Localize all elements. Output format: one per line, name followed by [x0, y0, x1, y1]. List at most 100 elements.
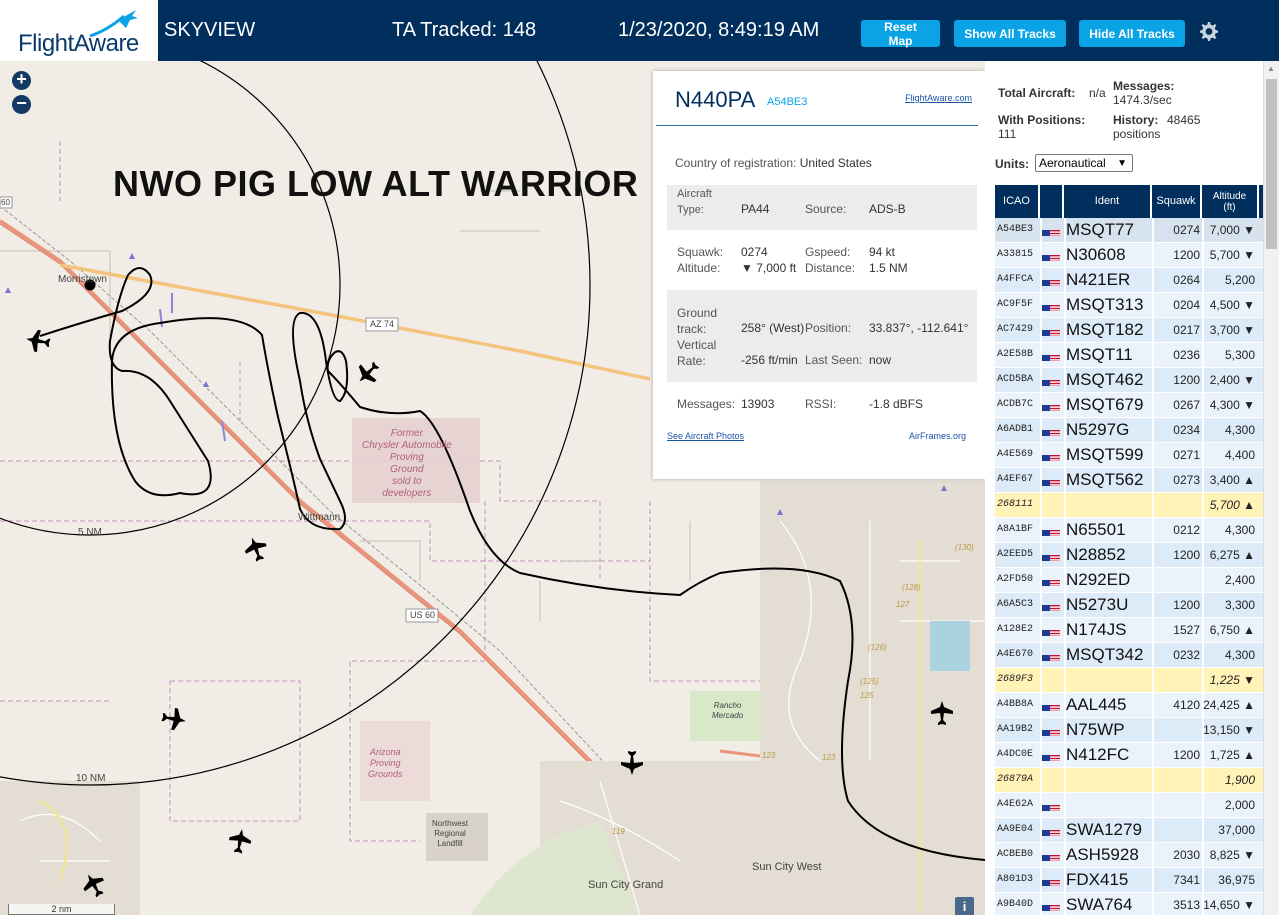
cell-squawk: 0274 [1173, 223, 1200, 237]
cell-squawk: 0204 [1173, 298, 1200, 312]
table-row[interactable]: A8A1BF N65501 0212 4,300 [995, 518, 1263, 543]
column-header-icao[interactable]: ICAO [995, 185, 1040, 218]
us-flag-icon [1042, 580, 1060, 586]
town-label-morristown: Morristown [58, 274, 107, 285]
cell-altitude: 3,300 [1224, 598, 1255, 612]
column-divider [1040, 268, 1042, 292]
cell-ident [1066, 493, 1152, 517]
us-flag-icon [1042, 705, 1060, 711]
cell-ident: N28852 [1066, 545, 1126, 564]
table-row[interactable]: AA9E04 SWA1279 37,000 [995, 818, 1263, 843]
cell-squawk [1152, 793, 1200, 817]
cell-squawk: 1200 [1173, 748, 1200, 762]
ring-label-5nm: 5 NM [78, 527, 102, 538]
aircraft-registration: N440PA [675, 87, 756, 112]
table-row[interactable]: ACBEB0 ASH5928 2030 8,825 ▼ [995, 843, 1263, 868]
column-divider [1040, 793, 1042, 817]
table-header: ICAO Ident Squawk Altitude (ft) [995, 185, 1263, 218]
sidebar-scrollbar[interactable]: ▲ [1263, 61, 1279, 915]
aircraft-type-label: Aircraft Type: [677, 188, 712, 216]
skyview-app: FlightAware SKYVIEW TA Tracked: 148 1/23… [0, 0, 1279, 915]
table-row[interactable]: A801D3 FDX415 7341 36,975 [995, 868, 1263, 893]
cell-altitude: 5,300 [1224, 348, 1255, 362]
table-row[interactable]: 268111 5,700 ▲ [995, 493, 1263, 518]
table-row[interactable]: ACD5BA MSQT462 1200 2,400 ▼ [995, 368, 1263, 393]
cell-altitude: 3,400 ▲ [1209, 473, 1255, 487]
rssi-label: RSSI: [805, 397, 837, 411]
table-row[interactable]: A6ADB1 N5297G 0234 4,300 [995, 418, 1263, 443]
table-row[interactable]: 2689F3 1,225 ▼ [995, 668, 1263, 693]
country-label: Country of registration: United States [675, 156, 872, 170]
flightaware-logo[interactable]: FlightAware [0, 0, 158, 61]
cell-squawk [1152, 668, 1200, 692]
cell-altitude: 5,700 ▲ [1209, 498, 1255, 512]
table-row[interactable]: A4E569 MSQT599 0271 4,400 [995, 443, 1263, 468]
table-row[interactable]: AC9F5F MSQT313 0204 4,500 ▼ [995, 293, 1263, 318]
table-row[interactable]: AA19B2 N75WP 13,150 ▼ [995, 718, 1263, 743]
table-row[interactable]: A4BB8A AAL445 4120 24,425 ▲ [995, 693, 1263, 718]
table-row[interactable]: A33815 N30608 1200 5,700 ▼ [995, 243, 1263, 268]
table-row[interactable]: 26879A 1,900 [995, 768, 1263, 793]
clock: 1/23/2020, 8:49:19 AM [618, 19, 820, 41]
table-row[interactable]: ACDB7C MSQT679 0267 4,300 ▼ [995, 393, 1263, 418]
cell-icao: A801D3 [997, 874, 1034, 885]
column-header-flag[interactable] [1040, 185, 1064, 218]
cell-icao: A2E58B [997, 349, 1034, 360]
us-flag-icon [1042, 905, 1060, 911]
show-all-tracks-button[interactable]: Show All Tracks [954, 20, 1066, 47]
cell-ident: MSQT679 [1066, 395, 1144, 414]
table-row[interactable]: A9B40D SWA764 3513 14,650 ▼ [995, 893, 1263, 915]
column-header-altitude[interactable]: Altitude (ft) [1202, 185, 1259, 218]
cell-flag [1042, 275, 1060, 286]
messages-rate-label: Messages: [1113, 79, 1175, 93]
history-value: 48465 [1167, 113, 1201, 127]
route-label-60: 60 [1, 198, 10, 207]
table-row[interactable]: A54BE3 MSQT77 0274 7,000 ▼ [995, 218, 1263, 243]
airframes-link[interactable]: AirFrames.org [909, 431, 966, 441]
table-row[interactable]: A128E2 N174JS 1527 6,750 ▲ [995, 618, 1263, 643]
table-row[interactable]: A4FFCA N421ER 0264 5,200 [995, 268, 1263, 293]
table-row[interactable]: A4E62A 2,000 [995, 793, 1263, 818]
table-row[interactable]: A4E670 MSQT342 0232 4,300 [995, 643, 1263, 668]
hide-all-tracks-button[interactable]: Hide All Tracks [1079, 20, 1185, 47]
town-label-wittmann: Wittmann [298, 512, 341, 523]
cell-ident: N30608 [1066, 245, 1126, 264]
flightaware-link[interactable]: FlightAware.com [905, 93, 972, 103]
map-info-button[interactable]: i [955, 897, 974, 915]
cell-icao: AA9E04 [997, 824, 1034, 835]
column-header-squawk[interactable]: Squawk [1152, 185, 1202, 218]
table-row[interactable]: A2E58B MSQT11 0236 5,300 [995, 343, 1263, 368]
cell-ident [1066, 793, 1152, 817]
column-header-ident[interactable]: Ident [1064, 185, 1152, 218]
route-label-119: 119 [612, 827, 625, 836]
gear-icon[interactable] [1196, 19, 1220, 43]
cell-flag [1042, 775, 1060, 786]
zoom-in-button[interactable]: + [12, 70, 31, 90]
cell-icao: ACBEB0 [997, 849, 1034, 860]
table-row[interactable]: A2FD50 N292ED 2,400 [995, 568, 1263, 593]
table-row[interactable]: A6A5C3 N5273U 1200 3,300 [995, 593, 1263, 618]
column-divider [1040, 668, 1042, 692]
cell-flag [1042, 250, 1060, 261]
cell-icao: A4EF67 [997, 474, 1034, 485]
cell-altitude: 1,225 ▼ [1209, 673, 1255, 687]
cell-ident: MSQT562 [1066, 470, 1144, 489]
cell-squawk: 0232 [1173, 648, 1200, 662]
scrollbar-thumb[interactable] [1266, 79, 1277, 249]
scroll-up-icon[interactable]: ▲ [1267, 64, 1275, 73]
table-row[interactable]: A4EF67 MSQT562 0273 3,400 ▲ [995, 468, 1263, 493]
cell-icao: ACD5BA [997, 374, 1034, 385]
cell-altitude: 13,150 ▼ [1203, 723, 1255, 737]
aircraft-photos-link[interactable]: See Aircraft Photos [667, 431, 744, 441]
units-select[interactable]: Aeronautical ▼ [1035, 154, 1133, 172]
map-area[interactable]: + − NWO PIG LOW ALT WARRIOR Morristown W… [0, 61, 985, 915]
table-row[interactable]: AC7429 MSQT182 0217 3,700 ▼ [995, 318, 1263, 343]
reset-map-button[interactable]: Reset Map [861, 20, 940, 48]
cell-squawk: 1200 [1173, 248, 1200, 262]
table-row[interactable]: A2EED5 N28852 1200 6,275 ▲ [995, 543, 1263, 568]
cell-altitude: 6,750 ▲ [1209, 623, 1255, 637]
zoom-out-button[interactable]: − [12, 94, 31, 114]
table-row[interactable]: A4DC0E N412FC 1200 1,725 ▲ [995, 743, 1263, 768]
cell-flag [1042, 900, 1060, 911]
cell-icao: A4E569 [997, 449, 1034, 460]
